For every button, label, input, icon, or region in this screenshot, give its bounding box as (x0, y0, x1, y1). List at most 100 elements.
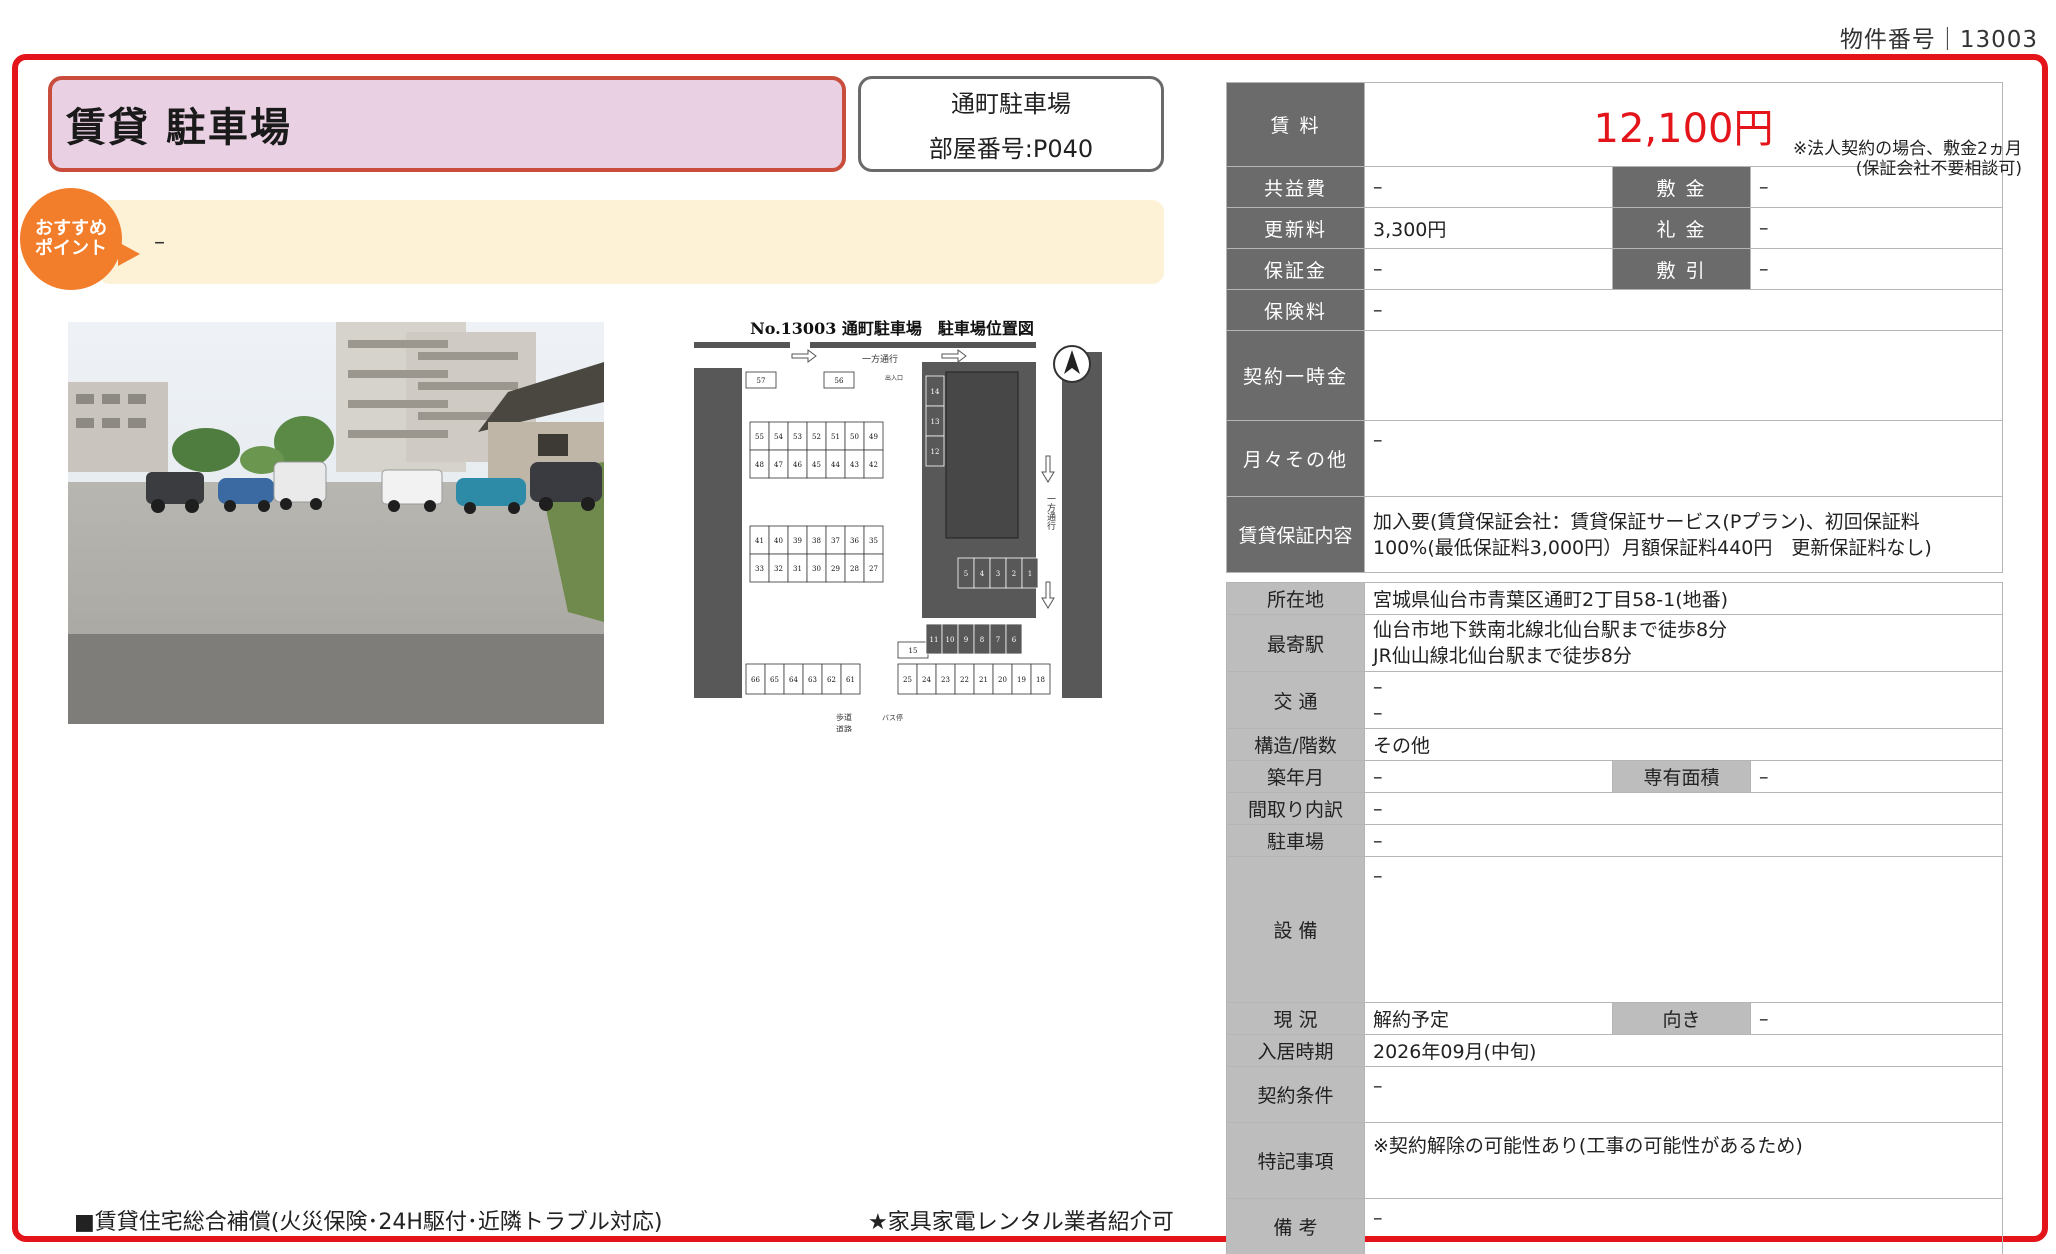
parking-spot-label-44: 44 (831, 461, 840, 469)
parking-spot-label-41: 41 (755, 537, 764, 545)
equipment-value: – (1364, 856, 2003, 1003)
parking-label: 駐車場 (1226, 824, 1365, 857)
renewal-fee-label: 更新料 (1226, 207, 1365, 249)
parking-spot-label-56: 56 (835, 377, 844, 385)
parking-spot-label-43: 43 (850, 461, 859, 469)
floor-area-label: 専有面積 (1612, 760, 1751, 793)
map-bus-stop: バス停 (882, 713, 903, 722)
recommend-badge-line2: ポイント (35, 238, 107, 259)
parking-map-diagram: No.13003 通町駐車場 駐車場位置図 一方通行 出入口 一方通行 歩道 道… (694, 319, 1102, 734)
parking-spot-label-42: 42 (869, 461, 878, 469)
map-entrance: 出入口 (885, 374, 903, 382)
transport-line1: – (1373, 676, 1383, 698)
rent-value-cell: 12,100円 ※法人契約の場合、敷金2ヵ月 (保証会社不要相談可) (1364, 82, 2022, 179)
recommend-badge-line1: おすすめ (35, 218, 107, 239)
conditions-value: – (1364, 1066, 2003, 1123)
parking-spot-label-29: 29 (831, 565, 840, 573)
address-value: 宮城県仙台市青葉区通町2丁目58-1(地番) (1364, 582, 2003, 615)
rent-table: 賃 料 12,100円 ※法人契約の場合、敷金2ヵ月 (保証会社不要相談可) 共… (1226, 82, 2022, 573)
key-money-value: – (1750, 207, 2003, 249)
special-notes-value: ※契約解除の可能性あり(工事の可能性があるため) (1364, 1122, 2003, 1199)
parking-lot-photo (68, 322, 604, 724)
parking-spot-label-31: 31 (793, 565, 802, 573)
station-label: 最寄駅 (1226, 614, 1365, 672)
parking-spot-label-57: 57 (757, 377, 766, 385)
recommend-badge: おすすめ ポイント (20, 188, 140, 290)
station-value: 仙台市地下鉄南北線北仙台駅まで徒歩8分 JR仙山線北仙台駅まで徒歩8分 (1364, 614, 2003, 672)
parking-spot-label-2: 2 (1012, 570, 1016, 578)
layout-value: – (1364, 792, 2003, 825)
rent-note-line1: ※法人契約の場合、敷金2ヵ月 (1792, 139, 2022, 159)
key-money-label: 礼 金 (1612, 207, 1751, 249)
parking-spot-label-39: 39 (793, 537, 802, 545)
parking-spot-label-4: 4 (980, 570, 985, 578)
move-in-value: 2026年09月(中旬) (1364, 1034, 2003, 1067)
transport-label: 交 通 (1226, 671, 1365, 729)
parking-spot-label-14: 14 (931, 388, 940, 396)
parking-spot-label-37: 37 (831, 537, 840, 545)
floor-area-value: – (1750, 760, 2003, 793)
parking-spot-label-6: 6 (1012, 636, 1017, 644)
structure-value: その他 (1364, 728, 2003, 761)
parking-spot-label-63: 63 (808, 676, 817, 684)
parking-spot-label-1: 1 (1028, 570, 1032, 578)
parking-spot-label-5: 5 (964, 570, 968, 578)
parking-spot-label-53: 53 (793, 433, 802, 441)
parking-spot-label-11: 11 (930, 636, 939, 644)
building-name-box: 通町駐車場 部屋番号:P040 (858, 76, 1164, 172)
parking-spot-label-9: 9 (964, 636, 968, 644)
direction-label: 向き (1612, 1002, 1751, 1035)
parking-spot-label-65: 65 (770, 676, 779, 684)
parking-spot-label-28: 28 (850, 565, 859, 573)
renewal-fee-value: 3,300円 (1364, 207, 1613, 249)
station-line2: JR仙山線北仙台駅まで徒歩8分 (1373, 645, 1632, 667)
special-notes-label: 特記事項 (1226, 1122, 1365, 1199)
common-fee-label: 共益費 (1226, 166, 1365, 208)
parking-spot-label-45: 45 (812, 461, 821, 469)
parking-spot-label-36: 36 (850, 537, 859, 545)
map-title: No.13003 通町駐車場 駐車場位置図 (750, 319, 1034, 338)
rent-label: 賃 料 (1226, 82, 1365, 167)
parking-spot-label-21: 21 (979, 676, 988, 684)
equipment-label: 設 備 (1226, 856, 1365, 1003)
conditions-label: 契約条件 (1226, 1066, 1365, 1123)
parking-spot-label-55: 55 (755, 433, 764, 441)
recommend-text: – (154, 229, 165, 255)
parking-spot-label-15: 15 (909, 647, 918, 655)
parking-spot-label-32: 32 (774, 565, 783, 573)
guarantor-line2: 100%(最低保証料3,000円）月額保証料440円 更新保証料なし) (1373, 536, 1932, 559)
parking-spot-label-49: 49 (869, 433, 878, 441)
parking-spot-label-27: 27 (869, 565, 878, 573)
parking-spot-label-52: 52 (812, 433, 821, 441)
parking-spot-label-12: 12 (931, 448, 940, 456)
status-value: 解約予定 (1364, 1002, 1613, 1035)
parking-spot-label-13: 13 (931, 418, 940, 426)
parking-spot-label-25: 25 (903, 676, 912, 684)
parking-spot-label-61: 61 (846, 676, 855, 684)
parking-spot-label-24: 24 (922, 676, 931, 684)
room-number: 部屋番号:P040 (928, 135, 1094, 163)
parking-spot-label-30: 30 (812, 565, 821, 573)
guarantor-line1: 加入要(賃貸保証会社：賃貸保証サービス(Pプラン)、初回保証料 (1373, 510, 1920, 533)
parking-location-map: No.13003 通町駐車場 駐車場位置図 一方通行 出入口 一方通行 歩道 道… (692, 312, 1106, 734)
parking-spot-label-46: 46 (793, 461, 802, 469)
parking-spot-label-54: 54 (774, 433, 783, 441)
remarks-value: – (1364, 1198, 2003, 1254)
parking-spot-label-8: 8 (980, 636, 984, 644)
built-date-label: 築年月 (1226, 760, 1365, 793)
lump-sum-value (1364, 330, 2003, 421)
details-table: 所在地 宮城県仙台市青葉区通町2丁目58-1(地番) 最寄駅 仙台市地下鉄南北線… (1226, 582, 2003, 1254)
parking-spot-label-62: 62 (827, 676, 836, 684)
guarantor-value: 加入要(賃貸保証会社：賃貸保証サービス(Pプラン)、初回保証料 100%(最低保… (1364, 496, 2003, 573)
built-date-value: – (1364, 760, 1613, 793)
rent-note-line2: (保証会社不要相談可) (1855, 159, 2022, 179)
insurance-value: – (1364, 289, 2003, 331)
common-fee-value: – (1364, 166, 1613, 208)
footer-insurance-note: ■賃貸住宅総合補償(火災保険･24H駆付･近隣トラブル対応) (74, 1210, 663, 1235)
layout-label: 間取り内訳 (1226, 792, 1365, 825)
parking-spot-label-20: 20 (998, 676, 1007, 684)
guarantor-label: 賃貸保証内容 (1226, 496, 1365, 573)
status-label: 現 況 (1226, 1002, 1365, 1035)
map-road: 道路 (836, 724, 852, 732)
parking-spot-label-47: 47 (774, 461, 783, 469)
